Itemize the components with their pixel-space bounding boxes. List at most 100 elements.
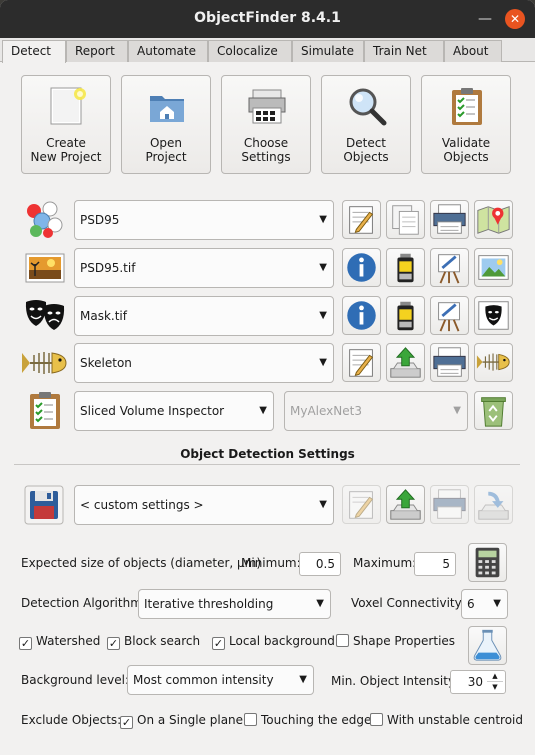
mask-info-button[interactable]	[342, 296, 381, 335]
watershed-label: Watershed	[36, 634, 101, 648]
validate-objects-button[interactable]: Validate Objects	[421, 75, 511, 174]
section-title: Object Detection Settings	[180, 447, 355, 461]
choose-settings-button[interactable]: Choose Settings	[221, 75, 311, 174]
background-level-dropdown[interactable]: Most common intensity ▼	[127, 665, 314, 695]
mask-dropdown[interactable]: Mask.tif ▼	[74, 296, 334, 336]
save-floppy-button[interactable]	[24, 485, 64, 525]
detect-objects-label: Detect Objects	[343, 136, 389, 164]
watershed-check-box[interactable]: ✓	[19, 637, 32, 650]
skeleton-upload-button[interactable]	[386, 343, 425, 382]
unstable-centroid-checkbox[interactable]: With unstable centroid	[370, 713, 523, 727]
flask-button[interactable]	[468, 626, 507, 665]
touching-edge-checkbox[interactable]: Touching the edge	[244, 713, 371, 727]
shape-properties-checkbox[interactable]: Shape Properties	[336, 634, 455, 648]
close-button[interactable]: ✕	[505, 9, 525, 29]
notepad-pencil-icon	[349, 491, 374, 519]
preset-dropdown[interactable]: < custom settings > ▼	[74, 485, 334, 525]
detection-algorithm-value: Iterative thresholding	[144, 597, 274, 611]
maximum-size-input[interactable]: 5	[414, 552, 456, 576]
minimum-size-input[interactable]: 0.5	[299, 552, 341, 576]
chevron-down-icon: ▼	[493, 598, 501, 609]
single-plane-check-box[interactable]: ✓	[120, 716, 133, 729]
tab-report[interactable]: Report	[66, 40, 128, 62]
tab-simulate[interactable]: Simulate	[292, 40, 364, 62]
shape-properties-check-box[interactable]	[336, 634, 349, 647]
min-object-intensity-spinbox[interactable]: 30 ▲ ▼	[450, 670, 506, 694]
chevron-down-icon: ▼	[319, 357, 327, 368]
upload-drive-icon	[390, 489, 421, 520]
create-new-project-button[interactable]: Create New Project	[21, 75, 111, 174]
neural-net-dropdown[interactable]: MyAlexNet3 ▼	[284, 391, 468, 431]
mask-paint-button[interactable]	[430, 296, 469, 335]
skeleton-print-button[interactable]	[430, 343, 469, 382]
download-drive-icon	[478, 491, 509, 520]
new-project-icon	[47, 86, 87, 126]
minimize-button[interactable]: —	[476, 10, 494, 28]
clipboard-icon	[24, 391, 66, 431]
chevron-down-icon: ▼	[319, 310, 327, 321]
preset-edit-button[interactable]	[342, 485, 381, 524]
copy-button[interactable]	[386, 200, 425, 239]
skeleton-edit-button[interactable]	[342, 343, 381, 382]
spin-down-icon[interactable]: ▼	[487, 682, 503, 693]
skeleton-dropdown[interactable]: Skeleton ▼	[74, 343, 334, 383]
open-project-button[interactable]: Open Project	[121, 75, 211, 174]
objectfinder-window: ObjectFinder 8.4.1 — ✕ Detect Report Aut…	[0, 0, 535, 755]
calculator-button[interactable]	[468, 543, 507, 582]
notepad-pencil-icon	[349, 349, 374, 377]
local-background-checkbox[interactable]: ✓ Local background	[212, 634, 335, 650]
magnifier-icon	[347, 86, 387, 126]
tab-colocalize[interactable]: Colocalize	[208, 40, 292, 62]
local-background-check-box[interactable]: ✓	[212, 637, 225, 650]
chevron-down-icon: ▼	[316, 598, 324, 609]
chevron-down-icon: ▼	[319, 499, 327, 510]
image-paint-button[interactable]	[430, 248, 469, 287]
watershed-checkbox[interactable]: ✓ Watershed	[19, 634, 100, 650]
preset-upload-button[interactable]	[386, 485, 425, 524]
preset-print-button[interactable]	[430, 485, 469, 524]
neural-net-dropdown-value: MyAlexNet3	[290, 404, 362, 418]
single-plane-checkbox[interactable]: ✓ On a Single plane	[120, 713, 243, 729]
unstable-centroid-check-box[interactable]	[370, 713, 383, 726]
block-search-checkbox[interactable]: ✓ Block search	[107, 634, 200, 650]
block-search-check-box[interactable]: ✓	[107, 637, 120, 650]
battery-icon	[397, 301, 414, 331]
fish-skeleton-icon	[20, 343, 68, 383]
print-button[interactable]	[430, 200, 469, 239]
title-bar: ObjectFinder 8.4.1 — ✕	[0, 0, 535, 38]
preset-dropdown-value: < custom settings >	[80, 498, 204, 512]
mask-battery-button[interactable]	[386, 296, 425, 335]
edit-notes-button[interactable]	[342, 200, 381, 239]
tab-about[interactable]: About	[444, 40, 502, 62]
tab-detect[interactable]: Detect	[2, 40, 66, 63]
map-button[interactable]	[474, 200, 513, 239]
image-battery-button[interactable]	[386, 248, 425, 287]
expected-size-label: Expected size of objects (diameter, µm)	[21, 556, 262, 570]
touching-edge-check-box[interactable]	[244, 713, 257, 726]
tab-automate[interactable]: Automate	[128, 40, 208, 62]
mask-view-button[interactable]	[474, 296, 513, 335]
image-dropdown[interactable]: PSD95.tif ▼	[74, 248, 334, 288]
tab-train-net[interactable]: Train Net	[364, 40, 444, 62]
image-view-button[interactable]	[474, 248, 513, 287]
inspector-dropdown[interactable]: Sliced Volume Inspector ▼	[74, 391, 274, 431]
detect-objects-button[interactable]: Detect Objects	[321, 75, 411, 174]
recycle-button[interactable]	[474, 391, 513, 430]
voxel-connectivity-dropdown[interactable]: 6 ▼	[461, 589, 508, 619]
objects-dropdown[interactable]: PSD95 ▼	[74, 200, 334, 240]
image-info-button[interactable]	[342, 248, 381, 287]
fish-skeleton-icon	[476, 353, 510, 371]
theater-masks-icon	[24, 296, 66, 336]
open-folder-icon	[147, 86, 187, 126]
block-search-label: Block search	[124, 634, 201, 648]
map-pin-icon	[477, 206, 510, 234]
photo-icon	[478, 255, 509, 280]
easel-paint-icon	[438, 254, 460, 284]
recycle-bin-icon	[481, 397, 506, 427]
minimum-label: Minimum:	[241, 556, 301, 570]
spin-up-icon[interactable]: ▲	[487, 671, 503, 682]
skeleton-fish-button[interactable]	[474, 343, 513, 382]
preset-download-button[interactable]	[474, 485, 513, 524]
printer-icon	[433, 489, 466, 519]
detection-algorithm-dropdown[interactable]: Iterative thresholding ▼	[138, 589, 331, 619]
